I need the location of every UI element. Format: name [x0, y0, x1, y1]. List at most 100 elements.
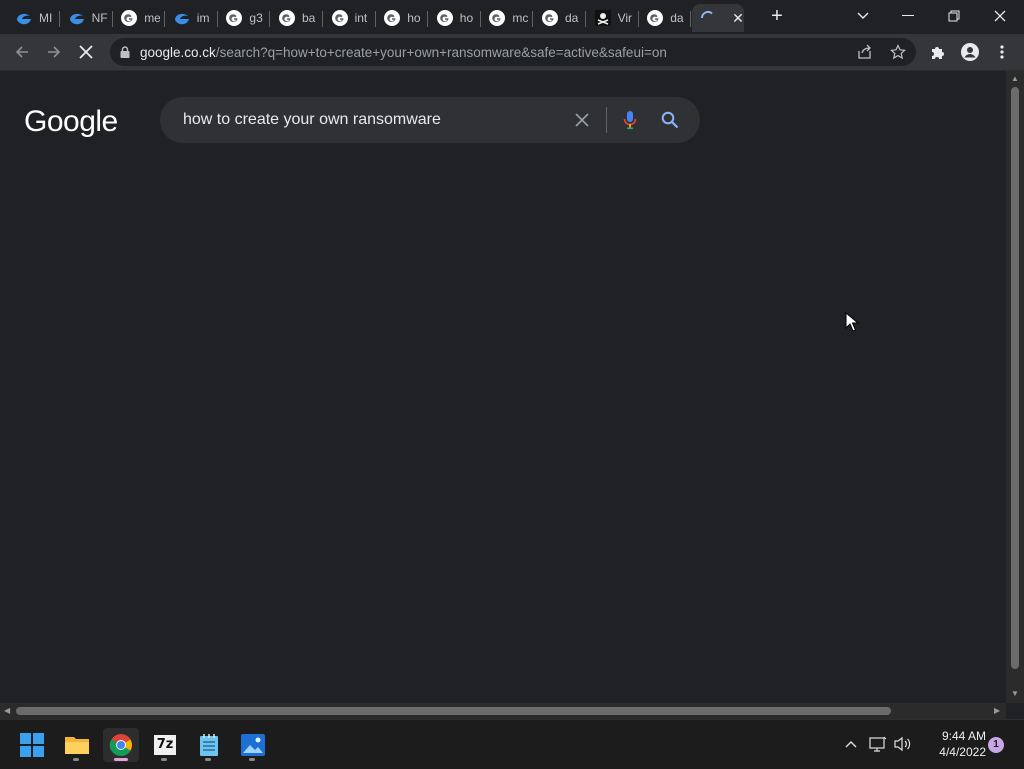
running-indicator: [205, 758, 211, 761]
close-icon: [79, 45, 93, 59]
tab[interactable]: Vir: [587, 4, 639, 32]
speaker-icon: [894, 736, 911, 752]
google-g-icon: [121, 10, 138, 26]
clock-time: 9:44 AM: [941, 729, 986, 743]
search-box[interactable]: [160, 97, 700, 143]
tab[interactable]: MI: [8, 4, 60, 32]
share-button[interactable]: [854, 41, 876, 63]
clock-date: 4/4/2022: [939, 745, 986, 759]
tab[interactable]: ho: [376, 4, 429, 32]
arrow-right-icon: [48, 46, 61, 58]
tab-title: im: [196, 11, 210, 25]
network-button[interactable]: [869, 735, 887, 753]
photos-icon: [241, 734, 265, 756]
back-button[interactable]: [10, 40, 34, 64]
tab-search-button[interactable]: [843, 4, 883, 28]
share-icon: [858, 44, 871, 59]
loading-spinner-icon: [700, 10, 716, 26]
volume-button[interactable]: [894, 735, 912, 753]
running-indicator: [73, 758, 79, 761]
url-text: google.co.ck/search?q=how+to+create+your…: [140, 44, 667, 60]
tab-title: int: [354, 11, 368, 25]
close-icon: [994, 10, 1006, 22]
chrome-taskbar-button[interactable]: [103, 728, 139, 762]
address-bar[interactable]: google.co.ck/search?q=how+to+create+your…: [110, 38, 916, 66]
scroll-right-arrow-icon[interactable]: ▶: [994, 706, 1000, 715]
tab-title: ba: [302, 11, 316, 25]
tab-strip: + MI NF me im g3 ba int ho ho mc da Vir da ✕: [0, 0, 1024, 34]
forward-button[interactable]: [42, 40, 66, 64]
restore-button[interactable]: [934, 4, 974, 28]
google-g-icon: [279, 10, 295, 26]
vertical-scrollbar[interactable]: ▲ ▼: [1006, 71, 1024, 703]
extensions-button[interactable]: [926, 40, 950, 64]
vertical-scroll-thumb[interactable]: [1011, 87, 1019, 669]
profile-button[interactable]: [958, 40, 982, 64]
edge-blue-icon: [69, 10, 85, 26]
tab-title: mc: [512, 11, 529, 25]
tab-active[interactable]: ✕: [691, 4, 744, 32]
tab[interactable]: me: [113, 4, 166, 32]
tab-title: da: [565, 11, 579, 25]
minimize-icon: [902, 15, 914, 16]
search-button[interactable]: [658, 108, 682, 132]
stop-loading-button[interactable]: [74, 40, 98, 64]
scroll-up-arrow-icon[interactable]: ▲: [1011, 74, 1019, 83]
menu-button[interactable]: [990, 40, 1014, 64]
close-tab-icon[interactable]: ✕: [732, 10, 744, 27]
edge-blue-icon: [174, 10, 190, 26]
google-logo[interactable]: Google: [24, 105, 118, 139]
tab-title: MI: [39, 11, 53, 25]
tab[interactable]: ho: [429, 4, 481, 32]
taskbar: 7z 9:44 AM 4/4/2022 1: [0, 719, 1024, 769]
show-hidden-icons-button[interactable]: [842, 735, 860, 753]
more-vertical-icon: [1000, 45, 1004, 59]
notification-badge[interactable]: 1: [988, 737, 1004, 753]
tab[interactable]: g3: [218, 4, 271, 32]
scroll-left-arrow-icon[interactable]: ◀: [4, 706, 10, 715]
file-explorer-taskbar-button[interactable]: [59, 728, 95, 762]
tab[interactable]: NF: [61, 4, 113, 32]
close-window-button[interactable]: [980, 4, 1020, 28]
minimize-button[interactable]: [888, 4, 928, 28]
restore-icon: [948, 10, 960, 22]
bookmark-button[interactable]: [887, 41, 909, 63]
google-g-icon: [436, 10, 453, 26]
tab-title: me: [144, 11, 161, 25]
google-g-icon: [226, 10, 243, 26]
tab[interactable]: da: [639, 4, 692, 32]
tab[interactable]: da: [534, 4, 586, 32]
tab[interactable]: im: [166, 4, 218, 32]
search-input[interactable]: [181, 110, 565, 130]
start-button[interactable]: [14, 728, 50, 762]
tab[interactable]: int: [324, 4, 376, 32]
scrollbar-corner: [1006, 703, 1024, 719]
chrome-icon: [109, 734, 132, 756]
arrow-left-icon: [15, 46, 28, 58]
google-g-icon: [331, 10, 348, 26]
tab-title: ho: [459, 11, 474, 25]
horizontal-scroll-thumb[interactable]: [16, 707, 891, 715]
photos-taskbar-button[interactable]: [235, 728, 271, 762]
7zip-taskbar-button[interactable]: 7z: [147, 728, 183, 762]
notepad-icon: [200, 734, 218, 756]
voice-search-button[interactable]: [618, 108, 642, 132]
horizontal-scrollbar[interactable]: ◀ ▶: [0, 703, 1006, 719]
system-clock[interactable]: 9:44 AM 4/4/2022: [920, 728, 986, 760]
tab-title: ho: [407, 11, 421, 25]
person-icon: [961, 43, 979, 61]
new-tab-button[interactable]: +: [766, 6, 788, 28]
star-icon: [890, 44, 906, 60]
lock-icon: [120, 46, 130, 58]
puzzle-icon: [932, 47, 944, 59]
tab-title: da: [670, 11, 684, 25]
chevron-up-icon: [845, 741, 857, 748]
tab[interactable]: mc: [481, 4, 534, 32]
notepad-taskbar-button[interactable]: [191, 728, 227, 762]
clear-search-button[interactable]: [570, 108, 594, 132]
scroll-down-arrow-icon[interactable]: ▼: [1011, 689, 1019, 698]
running-indicator: [249, 758, 255, 761]
mouse-cursor-icon: [845, 312, 859, 332]
tab[interactable]: ba: [271, 4, 323, 32]
folder-icon: [65, 737, 89, 754]
